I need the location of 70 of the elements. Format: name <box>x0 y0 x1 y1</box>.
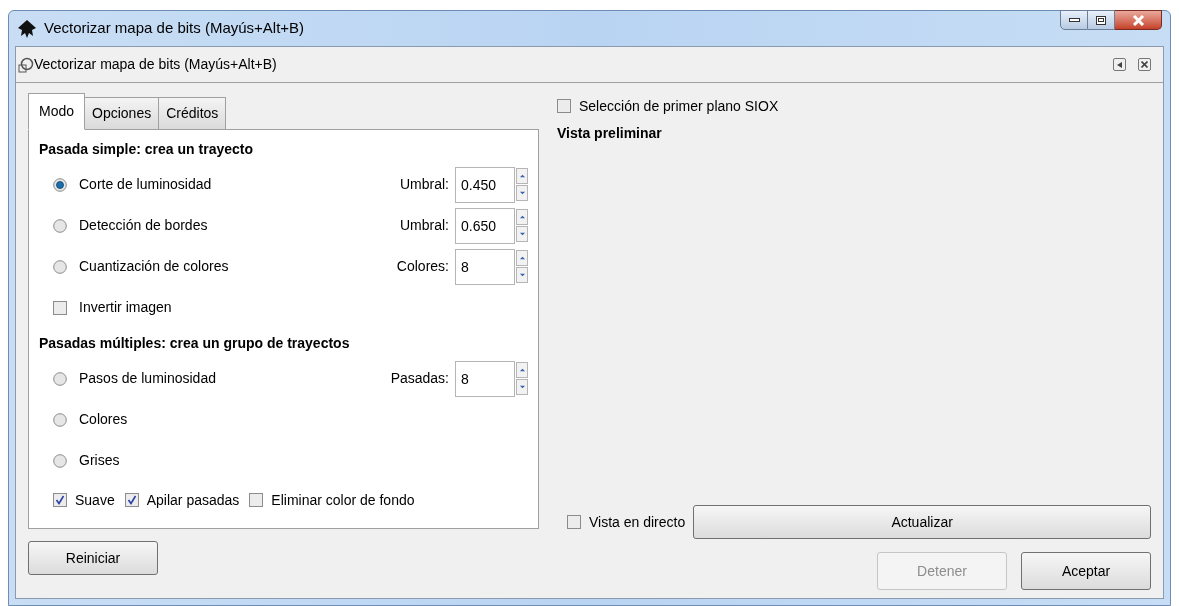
collapse-button[interactable] <box>1113 58 1126 71</box>
checkbox[interactable] <box>567 515 581 529</box>
arrow-up-icon <box>518 367 526 373</box>
radio-button-selected[interactable] <box>53 177 67 192</box>
option-label: Invertir imagen <box>79 298 172 317</box>
update-button[interactable]: Actualizar <box>693 505 1151 539</box>
minimize-icon <box>1068 18 1080 22</box>
field-label: Colores: <box>396 257 449 276</box>
window-title: Vectorizar mapa de bits (Mayús+Alt+B) <box>44 18 305 39</box>
checkbox-checked[interactable] <box>124 493 139 507</box>
checkbox-label: Apilar pasadas <box>146 490 240 510</box>
app-icon <box>17 18 37 39</box>
spin-up-button[interactable] <box>516 362 528 378</box>
checkbox[interactable] <box>249 493 264 507</box>
maximize-icon <box>1096 15 1106 25</box>
arrow-down-icon <box>518 272 526 278</box>
radio-button[interactable] <box>53 453 67 468</box>
spin-up-button[interactable] <box>516 250 528 266</box>
field-label: Umbral: <box>400 175 449 194</box>
minimize-button[interactable] <box>1060 10 1088 30</box>
option-label: Cuantización de colores <box>79 257 229 276</box>
option-label: Corte de luminosidad <box>79 175 212 194</box>
close-dock-button[interactable] <box>1138 58 1151 71</box>
checkbox[interactable] <box>53 300 67 315</box>
accept-button[interactable]: Aceptar <box>1021 552 1151 590</box>
radio-button[interactable] <box>53 218 67 233</box>
section-heading: Pasada simple: crea un trayecto <box>39 139 254 159</box>
close-icon <box>1141 61 1148 68</box>
radio-button[interactable] <box>53 259 67 274</box>
checkbox-label: Eliminar color de fondo <box>271 490 415 510</box>
field-label: Pasadas: <box>390 369 449 388</box>
spin-down-button[interactable] <box>516 185 528 201</box>
reset-button[interactable]: Reiniciar <box>28 541 158 575</box>
section-heading: Pasadas múltiples: crea un grupo de trayectos <box>39 333 351 353</box>
arrow-down-icon <box>518 190 526 196</box>
tab[interactable]: Créditos <box>158 97 227 130</box>
radio-button[interactable] <box>53 371 67 386</box>
close-icon <box>1131 14 1145 26</box>
radio-button[interactable] <box>53 412 67 427</box>
option-label: Colores <box>79 410 128 429</box>
tab[interactable]: Modo <box>28 93 86 130</box>
arrow-up-icon <box>518 255 526 261</box>
dialog-title: Vectorizar mapa de bits (Mayús+Alt+B) <box>34 55 277 74</box>
option-label: Pasos de luminosidad <box>79 369 216 388</box>
maximize-button[interactable] <box>1088 10 1115 30</box>
close-button[interactable] <box>1115 10 1162 30</box>
number-field[interactable]: 0.650 <box>455 207 515 244</box>
arrow-down-icon <box>518 231 526 237</box>
checkbox[interactable] <box>557 99 571 113</box>
checkbox-label: Selección de primer plano SIOX <box>579 96 779 116</box>
dialog-icon <box>18 56 34 73</box>
spin-down-button[interactable] <box>516 267 528 283</box>
spin-up-button[interactable] <box>516 168 528 184</box>
number-field[interactable]: 0.450 <box>455 166 515 203</box>
spin-down-button[interactable] <box>516 226 528 242</box>
checkbox-label: Vista en directo <box>589 512 686 532</box>
field-label: Umbral: <box>400 216 449 235</box>
arrow-up-icon <box>518 173 526 179</box>
number-field[interactable]: 8 <box>455 248 515 285</box>
arrow-left-icon <box>1117 61 1122 68</box>
checkbox-label: Suave <box>75 490 115 510</box>
number-field[interactable]: 8 <box>455 360 515 397</box>
checkbox-checked[interactable] <box>53 493 67 507</box>
option-label: Grises <box>79 451 120 470</box>
arrow-up-icon <box>518 214 526 220</box>
arrow-down-icon <box>518 384 526 390</box>
spin-down-button[interactable] <box>516 379 528 395</box>
preview-heading: Vista preliminar <box>556 124 663 143</box>
option-label: Detección de bordes <box>79 216 208 235</box>
spin-up-button[interactable] <box>516 209 528 225</box>
